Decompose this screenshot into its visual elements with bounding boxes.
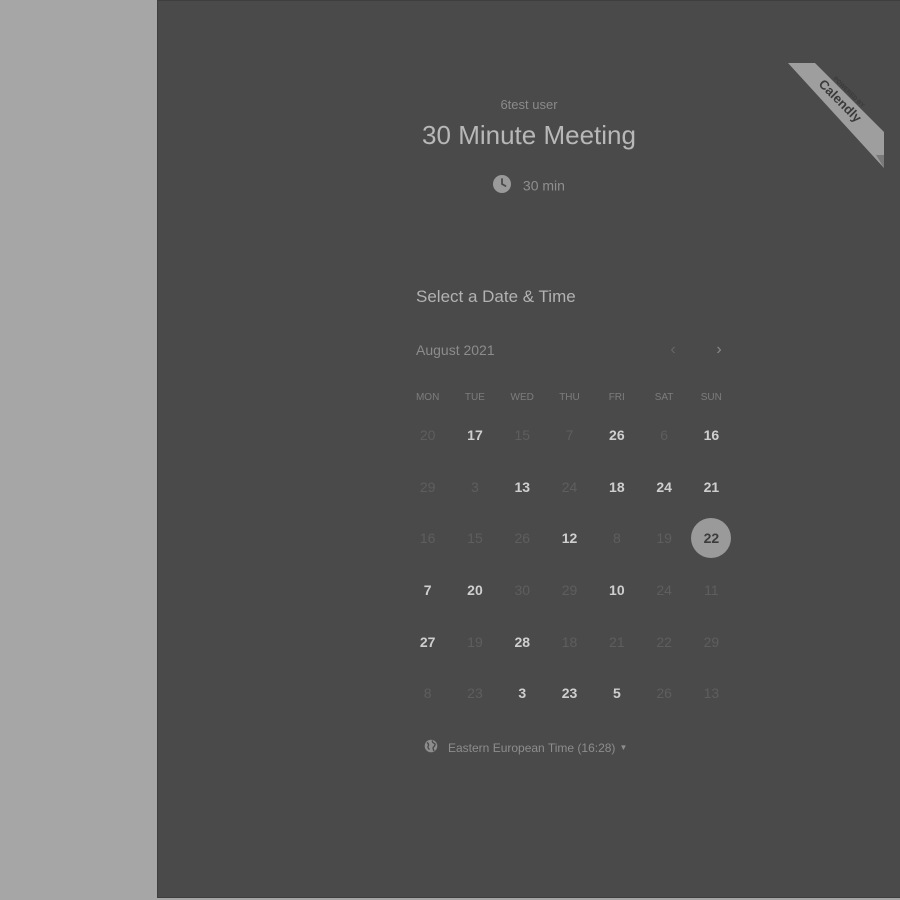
weekday-label: TUE	[464, 392, 485, 403]
selected-day-label: 22	[691, 518, 732, 559]
available-day[interactable]: 5	[593, 667, 640, 719]
previous-month-button[interactable]: ‹	[663, 340, 683, 360]
weekday-label: SAT	[654, 392, 674, 403]
calendar-grid: 20 17 15 7 26 6 16 29 3 13 24 18 24 21 16 15 26 12 8 19 22 7 2…	[404, 409, 735, 719]
unavailable-day: 24	[656, 581, 672, 598]
clock-icon	[493, 175, 512, 196]
next-month-button[interactable]: ›	[709, 340, 729, 360]
unavailable-day: 13	[703, 685, 720, 702]
unavailable-day: 29	[419, 478, 436, 495]
unavailable-day: 16	[419, 530, 436, 547]
event-duration: 30 min	[158, 175, 900, 196]
weekday-label: THU	[559, 392, 580, 403]
available-day[interactable]: 21	[688, 461, 735, 513]
booking-panel: POWERED BY Calendly 6test user 30 Minute…	[157, 0, 900, 898]
unavailable-day: 8	[423, 685, 432, 702]
unavailable-day: 30	[514, 581, 531, 598]
available-day[interactable]: 27	[404, 616, 451, 668]
unavailable-day: 19	[656, 530, 672, 547]
unavailable-day: 15	[467, 530, 483, 547]
available-day[interactable]: 10	[593, 564, 640, 616]
weekday-label: FRI	[608, 392, 625, 403]
unavailable-day: 15	[514, 426, 531, 443]
unavailable-day: 23	[467, 685, 483, 702]
timezone-selector[interactable]: Eastern European Time (16:28) ▼	[424, 739, 627, 756]
globe-icon	[424, 739, 438, 756]
chevron-left-icon: ‹	[670, 341, 676, 358]
unavailable-day: 26	[656, 685, 672, 702]
unavailable-day: 21	[609, 633, 625, 650]
weekday-label: WED	[510, 392, 534, 403]
unavailable-day: 3	[471, 478, 479, 495]
available-day[interactable]: 18	[593, 461, 640, 513]
weekday-label: MON	[415, 392, 440, 403]
available-day[interactable]: 12	[546, 512, 593, 564]
timezone-label: Eastern European Time (16:28)	[448, 740, 616, 755]
unavailable-day: 18	[561, 633, 578, 650]
available-day[interactable]: 7	[404, 564, 451, 616]
unavailable-day: 24	[561, 478, 578, 495]
event-title: 30 Minute Meeting	[422, 120, 636, 150]
unavailable-day: 11	[704, 581, 719, 598]
unavailable-day: 19	[467, 633, 483, 650]
available-day[interactable]: 13	[499, 461, 546, 513]
weekday-label: SUN	[700, 392, 722, 403]
selected-day[interactable]: 22	[688, 512, 735, 564]
available-day[interactable]: 17	[451, 409, 498, 461]
duration-label: 30 min	[522, 177, 565, 194]
month-label: August 2021	[416, 342, 495, 358]
unavailable-day: 29	[561, 581, 578, 598]
available-day[interactable]: 20	[451, 564, 498, 616]
unavailable-day: 6	[660, 426, 669, 443]
chevron-right-icon: ›	[716, 341, 722, 358]
weekday-header: MON TUE WED THU FRI SAT SUN	[404, 392, 735, 403]
unavailable-day: 22	[656, 633, 672, 650]
available-day[interactable]: 24	[640, 461, 687, 513]
unavailable-day: 7	[565, 426, 574, 443]
available-day[interactable]: 3	[499, 667, 546, 719]
available-day[interactable]: 26	[593, 409, 640, 461]
available-day[interactable]: 28	[499, 616, 546, 668]
unavailable-day: 26	[514, 530, 531, 547]
event-owner: 6test user	[500, 97, 558, 112]
unavailable-day: 8	[612, 530, 621, 547]
caret-down-icon: ▼	[619, 743, 628, 752]
powered-by-calendly-badge[interactable]: POWERED BY Calendly	[788, 63, 884, 168]
available-day[interactable]: 16	[688, 409, 735, 461]
unavailable-day: 29	[703, 633, 720, 650]
select-date-heading: Select a Date & Time	[416, 287, 576, 306]
unavailable-day: 20	[419, 426, 436, 443]
available-day[interactable]: 23	[546, 667, 593, 719]
